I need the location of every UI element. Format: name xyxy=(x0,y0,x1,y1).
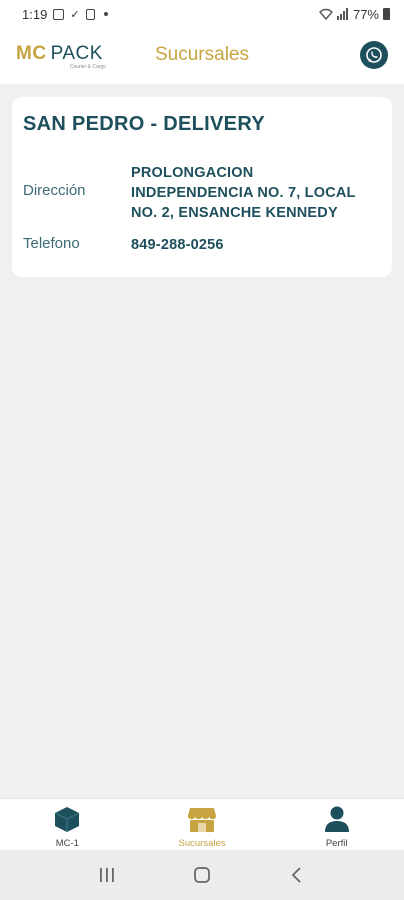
home-button[interactable] xyxy=(182,860,222,890)
store-icon xyxy=(188,808,216,832)
app-bar: MC PACK Courier & Cargo Sucursales xyxy=(0,28,404,84)
check-icon: ✓ xyxy=(70,8,80,21)
sim-icon xyxy=(85,8,95,20)
back-button[interactable] xyxy=(277,860,317,890)
whatsapp-button[interactable] xyxy=(360,41,388,69)
home-icon xyxy=(194,867,210,883)
recents-icon xyxy=(100,868,115,882)
battery-icon xyxy=(383,8,390,20)
phone-value[interactable]: 849-288-0256 xyxy=(131,235,376,255)
status-right: 77% xyxy=(318,6,390,22)
address-row: Dirección PROLONGACION INDEPENDENCIA NO.… xyxy=(23,163,376,223)
wifi-icon xyxy=(318,8,333,20)
recents-button[interactable] xyxy=(87,860,127,890)
status-bar: 1:19 ✓ 77% xyxy=(0,0,404,28)
bottom-nav: MC-1 Sucursales Perfil xyxy=(0,798,404,850)
status-time: 1:19 xyxy=(22,6,48,22)
branch-card[interactable]: SAN PEDRO - DELIVERY Dirección PROLONGAC… xyxy=(12,97,392,277)
logo-pack: PACK xyxy=(50,42,103,64)
whatsapp-icon xyxy=(366,47,382,63)
signal-icon xyxy=(336,8,348,20)
notification-dot-icon xyxy=(103,12,108,16)
nav-label-sucursales: Sucursales xyxy=(178,838,226,849)
battery-level: 77% xyxy=(352,6,379,22)
phone-row: Telefono 849-288-0256 xyxy=(23,235,376,255)
nav-label-perfil: Perfil xyxy=(325,838,348,849)
box-icon xyxy=(55,807,80,832)
nav-item-perfil[interactable]: Perfil xyxy=(269,799,404,850)
logo-mc: MC xyxy=(16,42,47,64)
logo-tagline: Courier & Cargo xyxy=(69,63,106,70)
image-icon xyxy=(53,8,65,20)
address-value: PROLONGACION INDEPENDENCIA NO. 7, LOCAL … xyxy=(131,165,356,221)
status-left: 1:19 ✓ xyxy=(22,7,108,22)
address-label: Dirección xyxy=(23,182,86,199)
mcpack-logo: MC PACK Courier & Cargo xyxy=(16,43,112,70)
branch-name: SAN PEDRO - DELIVERY xyxy=(23,113,265,135)
nav-item-sucursales[interactable]: Sucursales xyxy=(135,799,270,850)
nav-label-mc1: MC-1 xyxy=(55,838,79,849)
system-nav-bar xyxy=(0,850,404,900)
nav-item-mc1[interactable]: MC-1 xyxy=(0,799,135,850)
person-icon xyxy=(324,806,349,832)
back-icon xyxy=(291,867,301,883)
phone-label: Telefono xyxy=(23,235,80,252)
